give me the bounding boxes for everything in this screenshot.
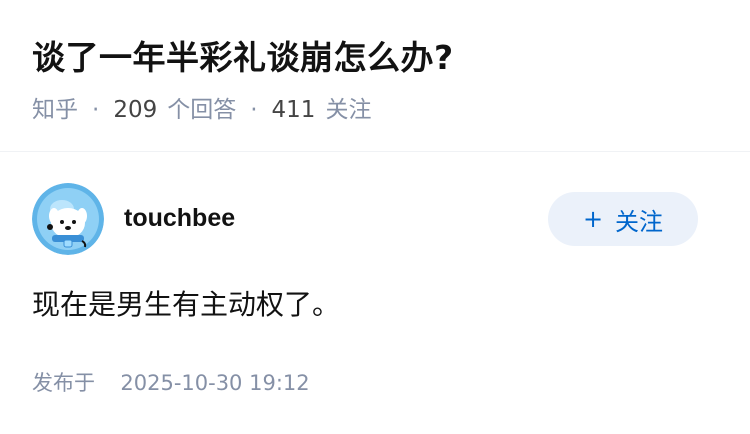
author-name[interactable]: touchbee: [124, 201, 235, 235]
author-avatar[interactable]: [32, 183, 104, 255]
site-name[interactable]: 知乎: [32, 95, 78, 125]
separator-dot: ·: [250, 97, 258, 123]
divider: [0, 151, 750, 152]
plus-icon: +: [582, 205, 604, 233]
followers-count: 411: [271, 97, 316, 123]
question-meta: 知乎 · 209 个回答 · 411 关注: [32, 95, 371, 125]
followers-label: 关注: [325, 97, 372, 123]
follow-button[interactable]: + 关注: [548, 192, 698, 246]
published-time: 2025-10-30 19:12: [120, 371, 310, 395]
answers-count: 209: [113, 97, 158, 123]
publish-info: 发布于 2025-10-30 19:12: [32, 368, 310, 398]
dog-astronaut-avatar-icon: [32, 183, 104, 255]
question-title[interactable]: 谈了一年半彩礼谈崩怎么办?: [32, 36, 454, 80]
answer-content[interactable]: 现在是男生有主动权了。: [32, 285, 340, 325]
separator-dot: ·: [92, 97, 100, 123]
follow-button-label: 关注: [615, 207, 664, 236]
published-label: 发布于: [32, 371, 95, 395]
answers-label[interactable]: 个回答: [167, 95, 236, 125]
